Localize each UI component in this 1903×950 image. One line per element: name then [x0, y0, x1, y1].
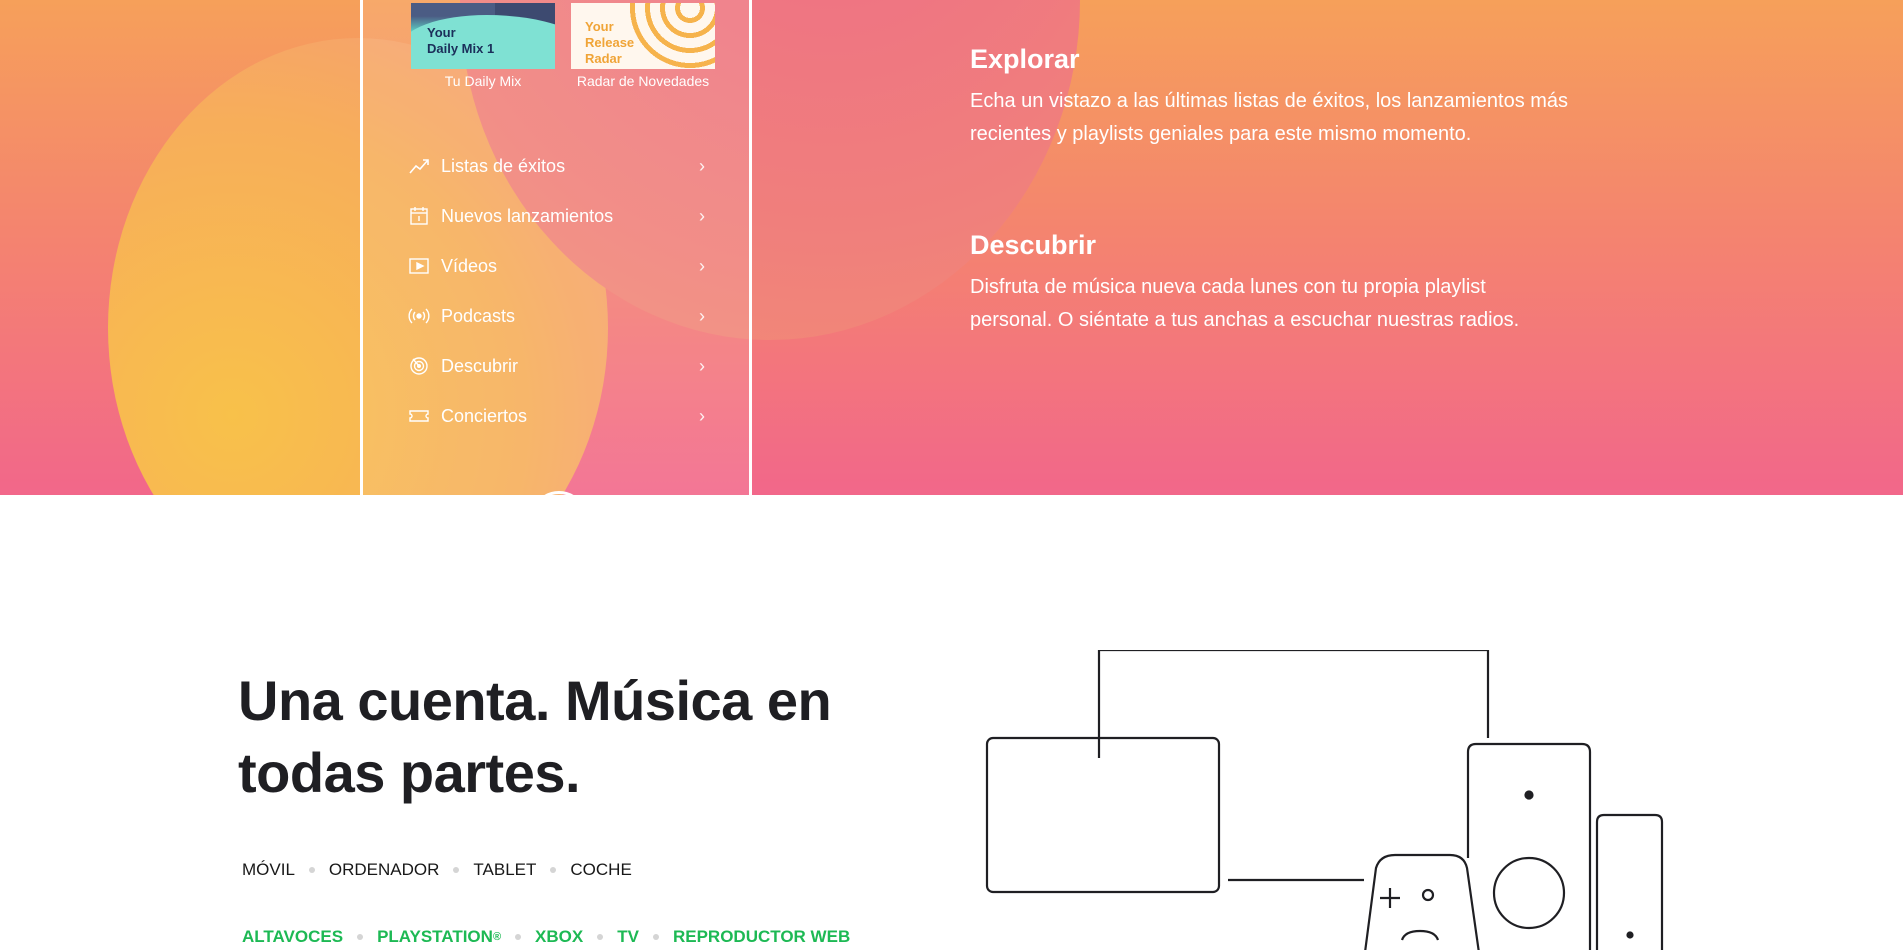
video-icon	[407, 254, 431, 278]
separator-dot	[536, 867, 570, 873]
platform-car: COCHE	[570, 860, 632, 879]
trending-icon	[407, 154, 431, 178]
link-web-player[interactable]: REPRODUCTOR WEB	[673, 927, 850, 947]
menu-item-label: Vídeos	[441, 255, 498, 276]
menu-item-concerts[interactable]: Conciertos ›	[407, 391, 713, 441]
chevron-right-icon: ›	[699, 155, 705, 176]
podcast-icon	[407, 304, 431, 328]
game-controller-icon	[1364, 853, 1480, 950]
device-links: ALTAVOCES PLAYSTATION ® XBOX TV REPRODUCT…	[242, 927, 850, 947]
menu-item-label: Listas de éxitos	[441, 155, 566, 176]
phone-mockup: Your Daily Mix 1 Your Release Radar Tu D…	[360, 0, 752, 495]
separator-dot	[583, 934, 617, 940]
menu-item-charts[interactable]: Listas de éxitos ›	[407, 141, 713, 191]
chevron-right-icon: ›	[699, 255, 705, 276]
ticket-icon	[407, 404, 431, 428]
link-xbox[interactable]: XBOX	[535, 927, 583, 947]
discover-icon	[407, 354, 431, 378]
tablet-outline-icon	[985, 736, 1221, 894]
feature-discover: Descubrir Disfruta de música nueva cada …	[970, 230, 1570, 337]
feature-explore: Explorar Echa un vistazo a las últimas l…	[970, 44, 1570, 151]
menu-item-label: Descubrir	[441, 355, 519, 376]
separator-dot	[501, 934, 535, 940]
phone-screen: Your Daily Mix 1 Your Release Radar Tu D…	[363, 0, 749, 495]
separator-dot	[295, 867, 329, 873]
platform-list: MÓVIL ORDENADOR TABLET COCHE	[242, 860, 632, 880]
release-radar-arcs	[625, 3, 715, 69]
chevron-right-icon: ›	[699, 405, 705, 426]
link-playstation-label: PLAYSTATION	[377, 927, 493, 946]
devices-section: Una cuenta. Música en todas partes. MÓVI…	[0, 495, 1903, 950]
menu-item-label: Conciertos	[441, 405, 528, 426]
hero-section: Your Daily Mix 1 Your Release Radar Tu D…	[0, 0, 1903, 495]
platform-mobile: MÓVIL	[242, 860, 295, 879]
feature-body: Disfruta de música nueva cada lunes con …	[970, 276, 1520, 331]
link-tv[interactable]: TV	[617, 927, 639, 947]
chevron-right-icon: ›	[699, 305, 705, 326]
devices-illustration	[985, 650, 1664, 950]
separator-dot	[639, 934, 673, 940]
platform-tablet: TABLET	[473, 860, 537, 879]
speaker-outline-icon	[1466, 742, 1592, 950]
feature-title: Descubrir	[970, 230, 1097, 260]
daily-mix-cover-title: Your Daily Mix 1	[427, 25, 495, 56]
separator-dot	[439, 867, 473, 873]
menu-item-podcasts[interactable]: Podcasts ›	[407, 291, 713, 341]
phone-menu: Listas de éxitos › Nuevos lanzamientos ›…	[407, 141, 713, 441]
daily-mix-cover[interactable]: Your Daily Mix 1	[411, 3, 555, 69]
separator-dot	[343, 934, 377, 940]
feature-body: Echa un vistazo a las últimas listas de …	[970, 90, 1569, 145]
menu-item-videos[interactable]: Vídeos ›	[407, 241, 713, 291]
section-headline: Una cuenta. Música en todas partes.	[238, 669, 832, 804]
chevron-right-icon: ›	[699, 355, 705, 376]
platform-desktop: ORDENADOR	[328, 860, 440, 879]
release-radar-caption: Radar de Novedades	[576, 73, 710, 89]
phone-outline-icon	[1595, 813, 1664, 950]
tv-outline-icon	[1097, 650, 1490, 758]
link-playstation[interactable]: PLAYSTATION ®	[377, 927, 501, 947]
menu-item-label: Nuevos lanzamientos	[441, 205, 614, 226]
release-radar-cover[interactable]: Your Release Radar	[571, 3, 715, 69]
chevron-right-icon: ›	[699, 205, 705, 226]
daily-mix-caption: Tu Daily Mix	[444, 73, 522, 89]
menu-item-discover[interactable]: Descubrir ›	[407, 341, 713, 391]
menu-item-new-releases[interactable]: Nuevos lanzamientos ›	[407, 191, 713, 241]
calendar-icon	[407, 204, 431, 228]
registered-mark: ®	[492, 931, 502, 943]
menu-item-label: Podcasts	[441, 305, 516, 326]
feature-title: Explorar	[970, 44, 1080, 74]
release-radar-cover-title: Your Release Radar	[585, 19, 635, 66]
link-speakers[interactable]: ALTAVOCES	[242, 927, 343, 947]
